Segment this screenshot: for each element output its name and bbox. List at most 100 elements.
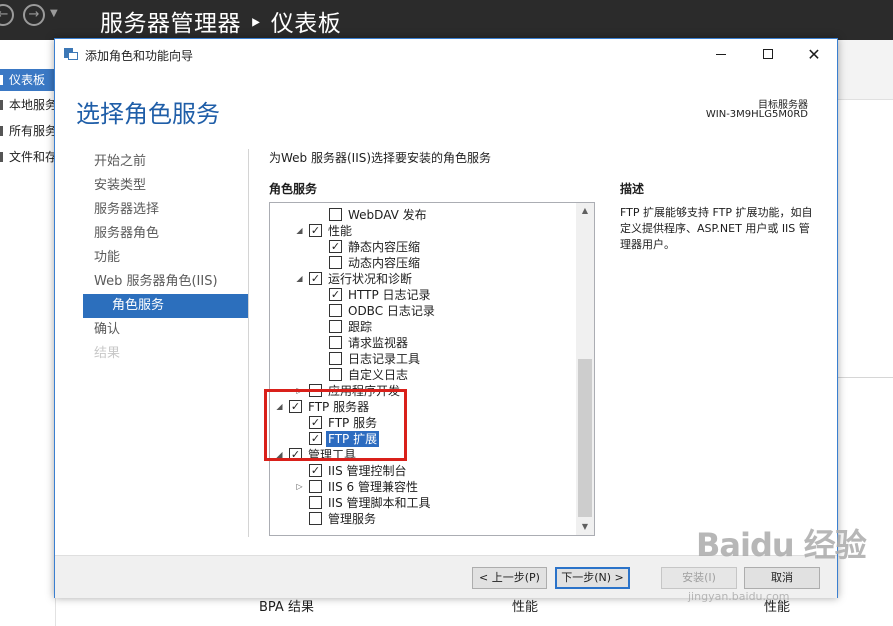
expand-triangle-icon[interactable]: ◢	[295, 226, 304, 235]
step-confirmation[interactable]: 确认	[83, 318, 248, 342]
role-services-tree[interactable]: 管理服务 IIS 管理脚本和工具 ▷ IIS 6 管理兼容性 ✓ IIS 管理控制台 ◢ ✓ 管…	[269, 202, 595, 536]
sidebar-item-file-storage[interactable]: 文件和存储服务	[0, 146, 56, 168]
tree-checkbox[interactable]	[329, 352, 342, 365]
page-title: 选择角色服务	[76, 100, 220, 128]
baidu-watermark: Baidu 经验 jingyan.baidu.com	[688, 520, 867, 603]
tree-checkbox[interactable]	[329, 368, 342, 381]
dashboard-icon	[0, 75, 3, 85]
scroll-down-icon[interactable]: ▼	[576, 519, 594, 535]
tree-item-label: ODBC 日志记录	[348, 304, 435, 318]
tree-checkbox[interactable]	[329, 320, 342, 333]
tree-item[interactable]: IIS 管理脚本和工具	[270, 495, 576, 511]
tree-checkbox[interactable]: ✓	[329, 240, 342, 253]
cancel-button[interactable]: 取消	[744, 567, 820, 589]
tree-checkbox[interactable]	[329, 256, 342, 269]
scrollbar-thumb[interactable]	[578, 359, 592, 517]
back-arrow-icon[interactable]: ←	[0, 4, 14, 26]
server-icon	[0, 100, 3, 110]
install-button: 安装(I)	[661, 567, 737, 589]
watermark-text: Baidu 经验	[696, 526, 867, 564]
maximize-button[interactable]	[745, 39, 791, 70]
tree-item-label: 管理服务	[328, 512, 377, 526]
steps-divider	[248, 149, 249, 537]
tree-item[interactable]: ▷ IIS 6 管理兼容性	[270, 479, 576, 495]
tree-item[interactable]: ✓ IIS 管理控制台	[270, 463, 576, 479]
add-roles-wizard-dialog: 添加角色和功能向导 ✕ 选择角色服务 目标服务器 WIN-3M9HLG5M0RD…	[54, 38, 838, 598]
tree-item[interactable]: ODBC 日志记录	[270, 303, 576, 319]
tree-item[interactable]: 管理服务	[270, 511, 576, 527]
tree-checkbox[interactable]	[329, 336, 342, 349]
step-before-you-begin[interactable]: 开始之前	[83, 150, 248, 174]
tree-item[interactable]: 日志记录工具	[270, 351, 576, 367]
tree-item[interactable]: 自定义日志	[270, 367, 576, 383]
tree-item[interactable]: 请求监视器	[270, 335, 576, 351]
server-manager-sidebar: 仪表板 本地服务器 所有服务器 文件和存储服务	[0, 40, 56, 626]
sidebar-item-all-servers[interactable]: 所有服务器	[0, 120, 56, 142]
server-manager-title: 服务器管理器 ‣ 仪表板	[100, 11, 342, 37]
forward-arrow-icon[interactable]: →	[23, 4, 45, 26]
tree-checkbox[interactable]	[309, 512, 322, 525]
step-results: 结果	[94, 346, 121, 361]
tree-item[interactable]: ◢ ✓ 运行状况和诊断	[270, 271, 576, 287]
step-web-server-role[interactable]: Web 服务器角色(IIS)	[83, 270, 248, 294]
expand-triangle-icon[interactable]: ◢	[295, 274, 304, 283]
step-features[interactable]: 功能	[83, 246, 248, 270]
maximize-icon	[763, 49, 773, 59]
step-installation-type[interactable]: 安装类型	[83, 174, 248, 198]
tree-item-label: WebDAV 发布	[348, 208, 427, 222]
server-manager-titlebar: ← → ▼ 服务器管理器 ‣ 仪表板	[0, 0, 893, 40]
tree-item[interactable]: 动态内容压缩	[270, 255, 576, 271]
tree-checkbox[interactable]	[329, 208, 342, 221]
annotation-highlight-box	[264, 389, 407, 461]
tree-checkbox[interactable]: ✓	[309, 272, 322, 285]
next-button[interactable]: 下一步(N) >	[555, 567, 630, 589]
history-dropdown-icon[interactable]: ▼	[50, 8, 58, 19]
wizard-steps-nav: 开始之前 安装类型 服务器选择 服务器角色 功能 Web 服务器角色(IIS) …	[83, 150, 248, 366]
role-services-header: 角色服务	[269, 182, 318, 196]
tree-item-label: HTTP 日志记录	[348, 288, 431, 302]
tree-item-label: 请求监视器	[348, 336, 409, 350]
close-icon: ✕	[807, 45, 821, 64]
tree-item[interactable]: WebDAV 发布	[270, 207, 576, 223]
close-button[interactable]: ✕	[791, 39, 837, 70]
sidebar-item-local-server[interactable]: 本地服务器	[0, 94, 56, 116]
description-text: FTP 扩展能够支持 FTP 扩展功能，如自定义提供程序、ASP.NET 用户或…	[620, 206, 813, 251]
tree-checkbox[interactable]: ✓	[329, 288, 342, 301]
intro-text: 为Web 服务器(IIS)选择要安装的角色服务	[269, 151, 492, 165]
tree-item-label: 日志记录工具	[348, 352, 421, 366]
wizard-titlebar: 添加角色和功能向导 ✕	[55, 39, 837, 70]
tree-item[interactable]: ◢ ✓ 性能	[270, 223, 576, 239]
wizard-app-icon	[64, 48, 78, 60]
step-server-selection[interactable]: 服务器选择	[83, 198, 248, 222]
tree-checkbox[interactable]	[309, 496, 322, 509]
tree-checkbox[interactable]: ✓	[309, 224, 322, 237]
previous-button[interactable]: < 上一步(P)	[472, 567, 547, 589]
tree-item-label: 跟踪	[348, 320, 373, 334]
tree-vertical-scrollbar[interactable]: ▲ ▼	[576, 203, 594, 535]
tree-item-label: 静态内容压缩	[348, 240, 421, 254]
dashboard-welcome-strip	[838, 40, 893, 100]
tile-label-bpa[interactable]: BPA 结果	[259, 596, 314, 615]
tree-item[interactable]: ✓ 静态内容压缩	[270, 239, 576, 255]
step-role-services[interactable]: 角色服务	[83, 294, 248, 318]
scroll-up-icon[interactable]: ▲	[576, 203, 594, 219]
watermark-url: jingyan.baidu.com	[688, 590, 790, 603]
tree-item-label: IIS 管理控制台	[328, 464, 407, 478]
tree-item-label: 动态内容压缩	[348, 256, 421, 270]
collapse-triangle-icon[interactable]: ▷	[295, 482, 304, 491]
tree-checkbox[interactable]: ✓	[309, 464, 322, 477]
tree-item-label: 性能	[328, 224, 353, 238]
tree-item[interactable]: ✓ HTTP 日志记录	[270, 287, 576, 303]
tree-item[interactable]: 跟踪	[270, 319, 576, 335]
tree-checkbox[interactable]	[309, 480, 322, 493]
tile-label-performance[interactable]: 性能	[512, 596, 538, 615]
tree-item-label: IIS 6 管理兼容性	[328, 480, 418, 494]
tree-item-label: 自定义日志	[348, 368, 409, 382]
sidebar-item-dashboard[interactable]: 仪表板	[0, 69, 56, 91]
minimize-icon	[716, 54, 726, 55]
minimize-button[interactable]	[698, 39, 744, 70]
tree-checkbox[interactable]	[329, 304, 342, 317]
wizard-title: 添加角色和功能向导	[85, 49, 194, 63]
tree-item-label: 运行状况和诊断	[328, 272, 413, 286]
step-server-roles[interactable]: 服务器角色	[83, 222, 248, 246]
